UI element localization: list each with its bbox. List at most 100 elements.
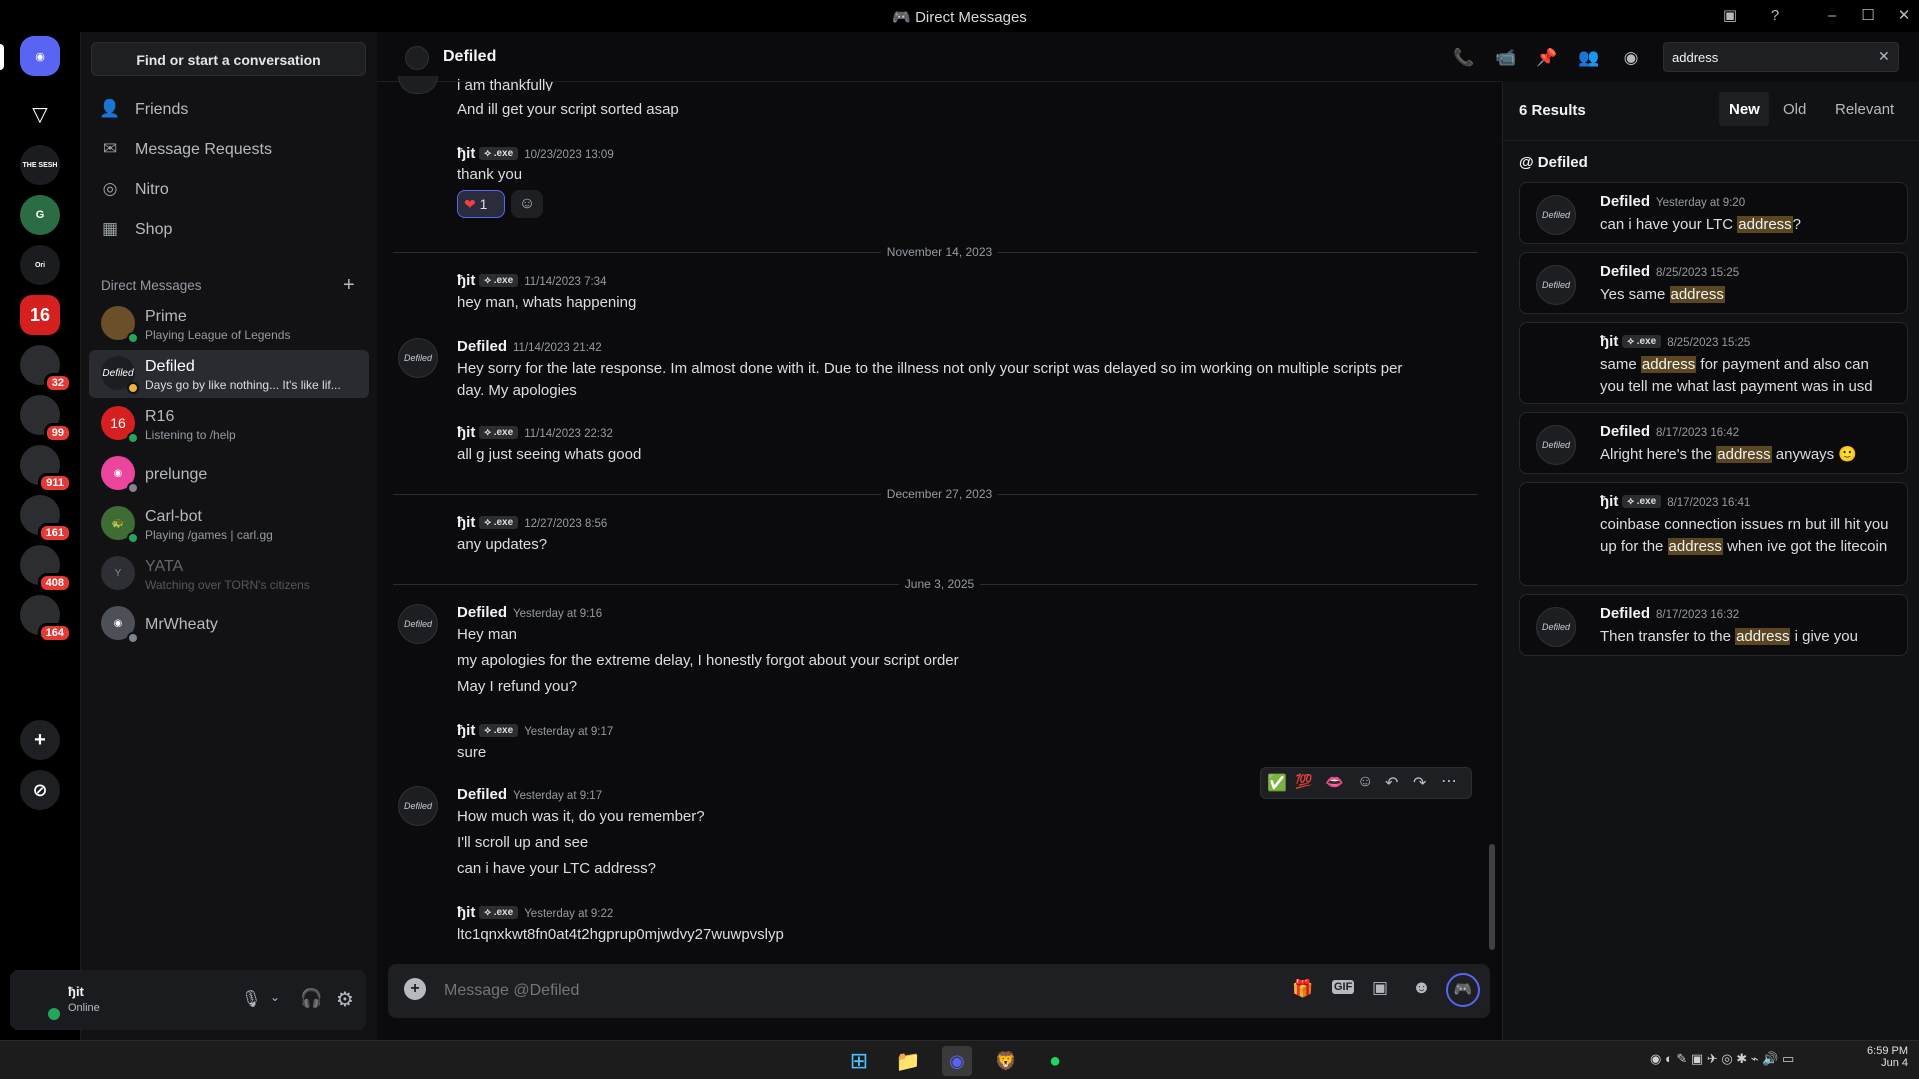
brave-browser-icon[interactable]: 🦁 [991,1046,1021,1076]
help-icon[interactable]: ? [1764,6,1786,26]
search-channel-label[interactable]: @ Defiled [1519,154,1588,171]
taskbar-clock[interactable]: 6:59 PM Jun 4 [1858,1045,1908,1069]
message-author[interactable]: Defiled Yesterday at 9:16 [457,604,602,621]
chat-area: Defiled 📞 📹 📌 👥 ◉ address ✕ i am thankfu… [377,32,1899,1040]
server-rail: ◉ ▽ THE SESH G Ori 16 32 99 911 161 408 … [0,32,80,1040]
activities-icon[interactable]: 🎮 [1446,973,1480,1007]
message-author[interactable]: ђit ⟡ .exe Yesterday at 9:22 [457,904,613,921]
more-options-icon[interactable]: ⋯ [1441,771,1457,791]
add-reaction-icon[interactable]: ☺ [1357,773,1373,791]
avatar[interactable]: Defiled [398,338,438,378]
avatar[interactable]: Defiled [398,604,438,644]
close-button[interactable]: ✕ [1893,6,1915,26]
server-folder-3[interactable]: 911 [20,445,72,493]
server-valorant[interactable]: ▽ [20,94,60,134]
reply-icon[interactable]: ↶ [1385,773,1398,793]
message-author[interactable]: ђit ⟡ .exe Yesterday at 9:17 [457,722,613,739]
add-reaction-button[interactable]: ☺ [511,190,543,218]
message-text: May I refund you? [457,678,578,695]
clear-search-icon[interactable]: ✕ [1878,48,1890,65]
emoji-icon[interactable]: ☻ [1412,977,1431,998]
create-dm-button[interactable]: + [343,274,355,297]
search-input[interactable]: address ✕ [1663,42,1899,72]
discord-taskbar-icon[interactable]: ◉ [942,1046,972,1076]
reaction-heart[interactable]: ❤ 1 [457,190,505,218]
gift-icon[interactable]: 🎁 [1292,979,1313,999]
chat-recipient-name[interactable]: Defiled [443,48,496,66]
add-friends-to-dm-icon[interactable]: 👥 [1577,46,1601,70]
maximize-button[interactable]: ☐ [1857,6,1879,26]
server-the-sesh[interactable]: THE SESH [20,145,60,185]
message-author[interactable]: Defiled Yesterday at 9:17 [457,786,602,803]
search-result[interactable]: Defiled Defiled Yesterday at 9:20 can i h… [1519,182,1908,244]
message-author[interactable]: ђit ⟡ .exe 11/14/2023 22:32 [457,424,613,441]
server-ori[interactable]: Ori [20,245,60,285]
add-server-button[interactable]: + [20,720,60,760]
inbox-icon[interactable]: ▣ [1719,6,1741,26]
tab-relevant[interactable]: Relevant [1835,101,1894,118]
microphone-icon[interactable]: 🎙 [241,989,261,1009]
dm-item-carl-bot[interactable]: 🐢 Carl-bot Playing /games | carl.gg [89,500,369,548]
date-divider-label: June 3, 2025 [898,577,981,591]
minimize-button[interactable]: – [1821,6,1843,26]
check-reaction-icon[interactable]: ✅ [1267,773,1287,793]
gif-icon[interactable]: GIF [1332,980,1355,994]
chevron-down-icon[interactable]: ⌄ [270,990,280,1004]
tab-new[interactable]: New [1719,92,1769,126]
forward-icon[interactable]: ↷ [1413,773,1426,793]
server-folder-2[interactable]: 99 [20,395,72,443]
message-author[interactable]: ђit ⟡ .exe 11/14/2023 7:34 [457,272,606,289]
window-titlebar: 🎮 Direct Messages ▣ ? – ☐ ✕ [0,0,1919,32]
dm-item-prelunge[interactable]: ◉ prelunge [89,450,369,498]
nav-nitro[interactable]: ◎ Nitro [99,172,359,208]
chat-scrollbar[interactable] [1489,844,1495,950]
search-result[interactable]: ђit ⟡ .exe 8/25/2023 15:25 same address fo… [1519,322,1908,404]
server-folder-1[interactable]: 32 [20,345,72,393]
search-result[interactable]: Defiled Defiled 8/25/2023 15:25 Yes same … [1519,252,1908,314]
nav-shop[interactable]: ▦ Shop [99,212,359,248]
status-offline-icon [127,632,139,644]
unread-badge: 911 [38,473,72,493]
server-folder-5[interactable]: 408 [20,545,72,593]
message-input[interactable] [444,974,1044,1008]
server-16[interactable]: 16 [20,295,60,335]
sticker-icon[interactable]: ▣ [1372,978,1388,998]
find-conversation-button[interactable]: Find or start a conversation [91,42,366,76]
attach-plus-icon[interactable]: + [404,978,426,1000]
nav-friends[interactable]: 👤 Friends [99,92,359,128]
discover-button[interactable]: ⊘ [20,770,60,810]
search-result[interactable]: Defiled Defiled 8/17/2023 16:32 Then tran… [1519,594,1908,656]
message-author[interactable]: ђit ⟡ .exe 12/27/2023 8:56 [457,514,607,531]
user-profile-icon[interactable]: ◉ [1619,46,1643,70]
dm-item-mrwheaty[interactable]: ◉ MrWheaty [89,600,369,648]
file-explorer-icon[interactable]: 📁 [893,1046,923,1076]
tab-old[interactable]: Old [1783,101,1806,118]
system-tray-icons[interactable]: ◉ ◐ ✎ ▣ ✈ ◎ ✱ ⌁ 🔊 ▭ [1650,1051,1794,1067]
start-menu-icon[interactable]: ⊞ [844,1046,874,1076]
voice-call-icon[interactable]: 📞 [1452,46,1476,70]
avatar[interactable]: Defiled [398,786,438,826]
server-folder-6[interactable]: 164 [20,595,72,643]
server-folder-g[interactable]: G [20,195,60,235]
server-folder-4[interactable]: 161 [20,495,72,543]
settings-gear-icon[interactable]: ⚙ [336,987,354,1012]
pinned-messages-icon[interactable]: 📌 [1535,46,1559,70]
headphones-icon[interactable]: 🎧 [300,988,322,1009]
home-button[interactable]: ◉ [20,36,60,76]
search-result[interactable]: Defiled Defiled 8/17/2023 16:42 Alright h… [1519,412,1908,474]
dm-item-prime[interactable]: Prime Playing League of Legends [89,300,369,348]
message-author[interactable]: ђit ⟡ .exe 10/23/2023 13:09 [457,145,614,162]
nav-message-requests[interactable]: ✉ Message Requests [99,132,359,168]
dm-item-yata[interactable]: Y YATA Watching over TORN's citizens [89,550,369,598]
search-results-panel: 6 Results New Old Relevant @ Defiled Def… [1502,82,1919,1040]
search-result[interactable]: ђit ⟡ .exe 8/17/2023 16:41 coinbase connec… [1519,482,1908,586]
hundred-reaction-icon[interactable]: 💯 [1295,773,1312,790]
dm-item-r16[interactable]: 16 R16 Listening to /help [89,400,369,448]
avatar: Y [101,556,135,590]
plus-icon: + [343,274,355,296]
message-author[interactable]: Defiled 11/14/2023 21:42 [457,338,602,355]
dm-item-defiled[interactable]: Defiled Defiled Days go by like nothing..… [89,350,369,398]
video-call-icon[interactable]: 📹 [1494,46,1518,70]
lips-reaction-icon[interactable]: 👄 [1325,773,1344,791]
spotify-icon[interactable]: ● [1040,1046,1070,1076]
